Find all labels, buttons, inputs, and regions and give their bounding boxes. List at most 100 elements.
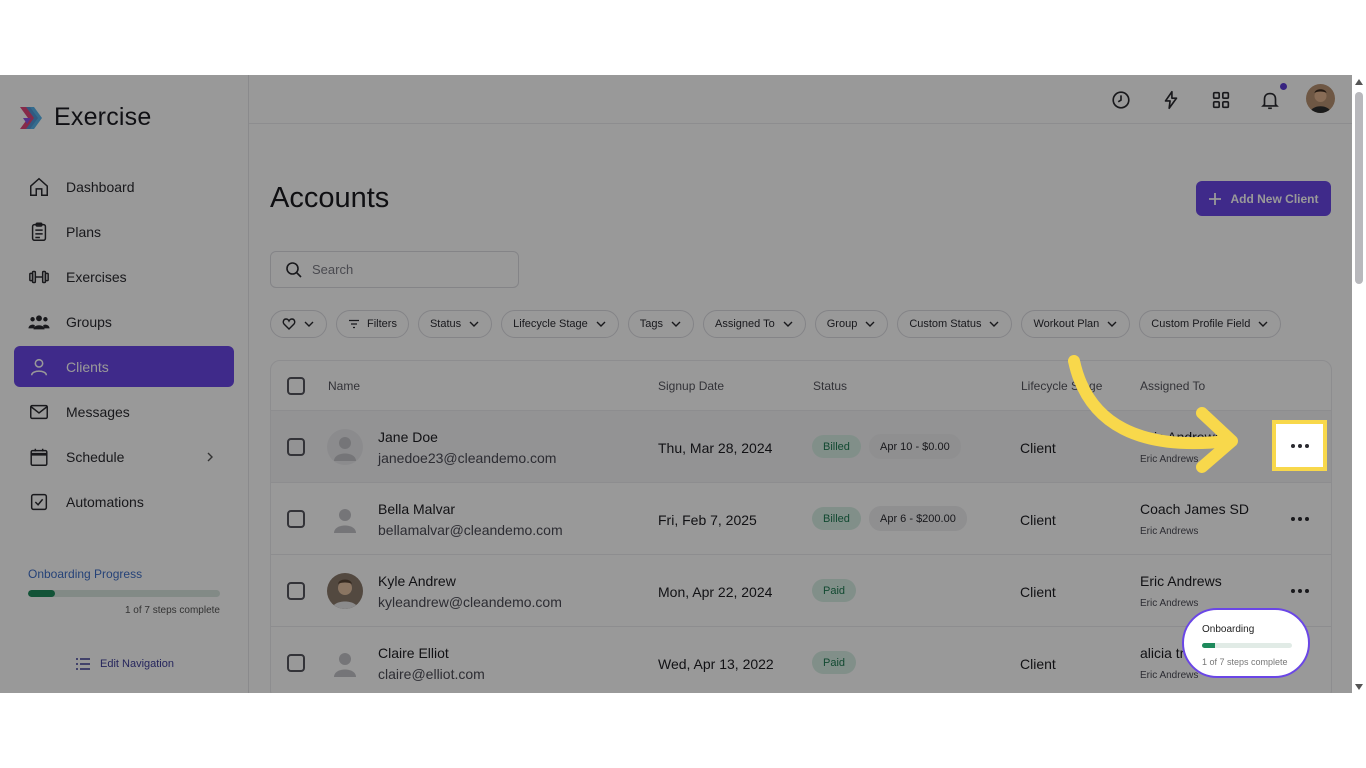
sidebar-item-schedule[interactable]: Schedule [14,436,234,477]
status-badge: Billed [812,507,861,530]
onboarding-widget-steps: 1 of 7 steps complete [1202,657,1288,667]
column-header-signup-date[interactable]: Signup Date [658,379,724,393]
status-filter[interactable]: Status [417,310,493,338]
filter-label: Group [826,318,858,330]
edit-navigation-label: Edit Navigation [100,658,174,670]
sidebar-item-dashboard[interactable]: Dashboard [14,166,234,207]
onboarding-progress-fill [28,590,55,597]
client-email: janedoe23@cleandemo.com [378,450,557,466]
add-new-client-button[interactable]: Add New Client [1196,181,1331,216]
filter-label: Workout Plan [1033,318,1100,330]
chevron-down-icon [304,321,314,327]
chevron-down-icon [1258,321,1268,327]
custom-status-filter[interactable]: Custom Status [897,310,1013,338]
row-checkbox[interactable] [287,438,305,456]
avatar[interactable] [1306,84,1335,113]
workout-plan-filter[interactable]: Workout Plan [1021,310,1131,338]
search-input[interactable]: Search [270,251,519,288]
sidebar-item-label: Clients [66,358,109,375]
highlighted-more-options-button[interactable] [1272,420,1327,471]
list-icon [76,658,90,670]
table-row[interactable]: Bella Malvar bellamalvar@cleandemo.com F… [271,483,1331,555]
onboarding-progress[interactable]: Onboarding Progress 1 of 7 steps complet… [28,567,220,616]
client-name[interactable]: Claire Elliot [378,645,449,661]
lifecycle-stage: Client [1020,512,1056,528]
group-filter[interactable]: Group [814,310,889,338]
assigned-to: Coach James SD [1140,501,1249,517]
users-icon [28,314,50,329]
chevron-right-icon [207,452,213,461]
assigned-to-secondary: Eric Andrews [1140,670,1199,681]
chevron-down-icon [989,321,999,327]
bell-icon[interactable] [1259,89,1281,111]
filter-label: Assigned To [715,318,775,330]
client-name[interactable]: Jane Doe [378,429,438,445]
sidebar: Exercise Dashboard Plans Exercises Group… [0,75,249,693]
sidebar-item-plans[interactable]: Plans [14,211,234,252]
select-all-checkbox[interactable] [287,377,305,395]
user-icon [30,358,48,375]
assigned-to-secondary: Eric Andrews [1140,598,1199,609]
onboarding-progress-bar [28,590,220,597]
table-row[interactable]: Claire Elliot claire@elliot.com Wed, Apr… [271,627,1331,693]
brand-name: Exercise [54,103,152,131]
assigned-to-filter[interactable]: Assigned To [703,310,806,338]
column-header-name[interactable]: Name [328,379,360,393]
scrollbar-thumb[interactable] [1355,92,1363,284]
onboarding-title: Onboarding Progress [28,567,143,581]
sidebar-item-label: Schedule [66,448,125,465]
scrollbar[interactable] [1352,75,1366,693]
more-options-icon[interactable] [1290,510,1310,528]
invoice-badge[interactable]: Apr 6 - $200.00 [869,506,967,531]
favorites-filter[interactable] [270,310,327,338]
scroll-up-arrow-icon[interactable] [1355,79,1363,85]
filter-label: Tags [639,318,663,330]
signup-date: Mon, Apr 22, 2024 [658,584,773,600]
sidebar-item-label: Exercises [66,268,127,285]
app-window: Exercise Dashboard Plans Exercises Group… [0,75,1366,693]
sidebar-item-exercises[interactable]: Exercises [14,256,234,297]
mail-icon [30,404,48,419]
client-email: kyleandrew@cleandemo.com [378,594,562,610]
sidebar-item-clients[interactable]: Clients [14,346,234,387]
lifecycle-stage: Client [1020,584,1056,600]
scroll-down-arrow-icon[interactable] [1355,684,1363,690]
lifecycle-stage: Client [1020,440,1056,456]
sidebar-item-groups[interactable]: Groups [14,301,234,342]
clock-icon[interactable] [1110,89,1132,111]
row-checkbox[interactable] [287,582,305,600]
row-checkbox[interactable] [287,654,305,672]
client-avatar [327,573,363,609]
onboarding-widget[interactable]: Onboarding 1 of 7 steps complete [1182,608,1310,678]
brand[interactable]: Exercise [16,103,151,132]
filter-label: Custom Status [909,318,982,330]
custom-profile-field-filter[interactable]: Custom Profile Field [1139,310,1282,338]
onboarding-widget-bar [1202,643,1292,648]
tags-filter[interactable]: Tags [627,310,694,338]
edit-navigation-link[interactable]: Edit Navigation [75,657,174,671]
lightning-icon[interactable] [1160,89,1182,111]
lifecycle-stage-filter[interactable]: Lifecycle Stage [501,310,619,338]
clipboard-icon [31,222,47,241]
filter-label: Custom Profile Field [1151,318,1251,330]
row-checkbox[interactable] [287,510,305,528]
client-name[interactable]: Kyle Andrew [378,573,456,589]
grid-icon[interactable] [1210,89,1232,111]
onboarding-steps: 1 of 7 steps complete [124,605,220,616]
assigned-to: Eric Andrews [1140,573,1222,589]
signup-date: Wed, Apr 13, 2022 [658,656,774,672]
top-bar [249,75,1354,124]
filters-button[interactable]: Filters [336,310,409,338]
search-icon [286,261,302,278]
invoice-badge[interactable]: Apr 10 - $0.00 [869,434,961,459]
column-header-status[interactable]: Status [813,379,847,393]
page-title: Accounts [270,182,390,214]
lifecycle-stage: Client [1020,656,1056,672]
sidebar-item-label: Automations [66,493,144,510]
chevron-down-icon [783,321,793,327]
sidebar-item-automations[interactable]: Automations [14,481,234,522]
sidebar-item-messages[interactable]: Messages [14,391,234,432]
table-row[interactable]: Kyle Andrew kyleandrew@cleandemo.com Mon… [271,555,1331,627]
more-options-icon[interactable] [1290,582,1310,600]
client-name[interactable]: Bella Malvar [378,501,455,517]
